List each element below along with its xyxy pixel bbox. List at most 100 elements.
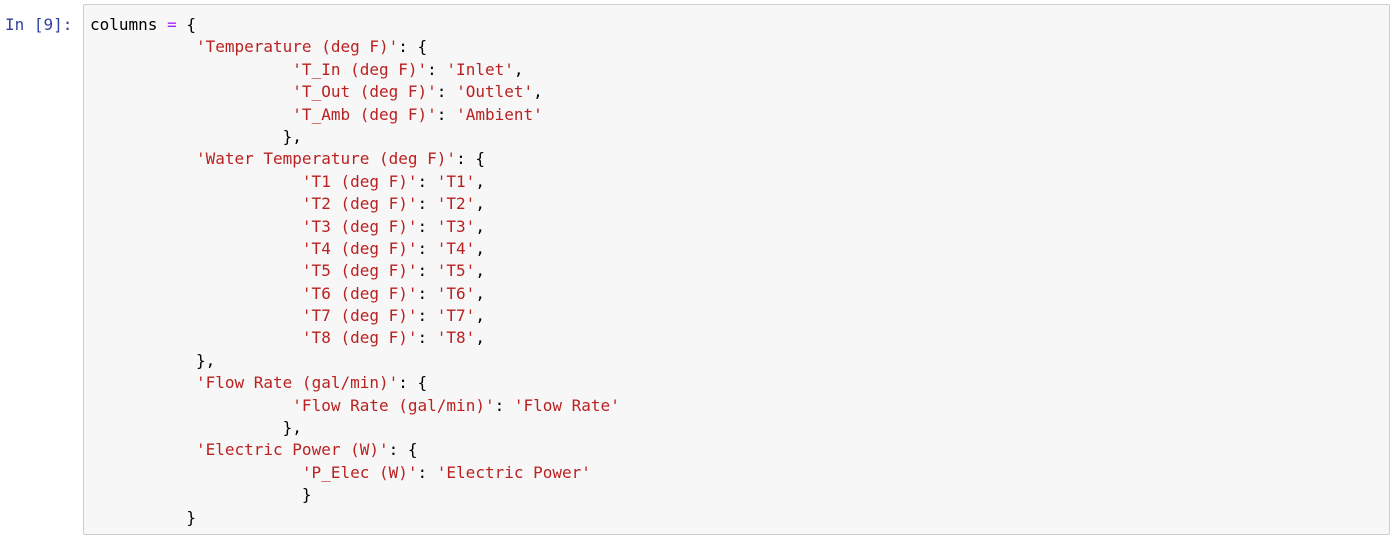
code-punctuation <box>90 239 302 258</box>
code-punctuation: : { <box>398 37 428 57</box>
code-string: 'T4 (deg F)' <box>301 238 418 258</box>
code-string: 'T_Amb (deg F)' <box>292 104 437 124</box>
code-punctuation <box>90 396 292 415</box>
code-punctuation <box>157 15 167 34</box>
input-prompt: In [9]: <box>5 15 73 34</box>
code-punctuation: , <box>475 238 485 258</box>
code-punctuation <box>90 60 292 79</box>
code-string: 'P_Elec (W)' <box>301 462 418 482</box>
code-punctuation: , <box>475 283 485 303</box>
code-string: 'Temperature (deg F)' <box>195 37 399 57</box>
code-string: 'T8' <box>436 328 476 348</box>
code-punctuation: : <box>417 171 437 191</box>
code-punctuation: : { <box>398 373 428 393</box>
code-punctuation: { <box>176 15 196 34</box>
code-punctuation: : <box>417 261 437 281</box>
code-line: 'T8 (deg F)': 'T8', <box>90 327 1389 349</box>
code-punctuation: }, <box>90 350 216 370</box>
code-line: 'Temperature (deg F)': { <box>90 36 1389 58</box>
code-string: 'T_Out (deg F)' <box>292 82 437 102</box>
code-punctuation: : <box>436 104 457 124</box>
code-punctuation: , <box>475 216 485 236</box>
code-punctuation: : { <box>456 149 485 169</box>
code-punctuation: : <box>436 82 457 102</box>
code-string: 'Flow Rate (gal/min)' <box>292 395 495 415</box>
code-string: 'T5 (deg F)' <box>301 261 418 281</box>
code-punctuation <box>90 149 196 168</box>
code-punctuation: }, <box>90 418 302 438</box>
code-string: 'T1 (deg F)' <box>301 171 418 191</box>
code-punctuation: : <box>417 238 437 258</box>
code-line: }, <box>90 417 1389 439</box>
code-line: columns = { <box>90 14 1389 36</box>
code-string: 'T6' <box>436 283 476 303</box>
code-line: }, <box>90 126 1389 148</box>
code-punctuation: , <box>533 82 543 102</box>
code-operator: = <box>167 15 177 34</box>
code-string: 'Water Temperature (deg F)' <box>195 149 457 169</box>
code-identifier: columns <box>90 15 158 34</box>
code-punctuation <box>90 37 196 56</box>
code-line: 'T7 (deg F)': 'T7', <box>90 305 1389 327</box>
notebook-code-cell[interactable]: In [9]: columns = { 'Temperature (deg F)… <box>0 0 1400 543</box>
code-punctuation: , <box>475 194 485 214</box>
code-line: 'T_Amb (deg F)': 'Ambient' <box>90 104 1389 126</box>
code-punctuation: : <box>494 395 514 415</box>
code-line: 'Flow Rate (gal/min)': 'Flow Rate' <box>90 395 1389 417</box>
code-punctuation <box>90 82 292 101</box>
code-input-area[interactable]: columns = { 'Temperature (deg F)': { 'T_… <box>83 4 1390 535</box>
code-line: 'T_Out (deg F)': 'Outlet', <box>90 81 1389 103</box>
code-line: }, <box>90 350 1389 372</box>
code-string: 'Electric Power (W)' <box>195 440 389 460</box>
code-punctuation <box>90 217 302 236</box>
code-punctuation <box>90 463 302 482</box>
code-string: 'T7' <box>436 306 476 326</box>
code-line: 'P_Elec (W)': 'Electric Power' <box>90 462 1389 484</box>
code-editor[interactable]: columns = { 'Temperature (deg F)': { 'T_… <box>84 5 1389 529</box>
code-line: 'Flow Rate (gal/min)': { <box>90 372 1389 394</box>
code-string: 'T_In (deg F)' <box>292 59 428 79</box>
code-line: 'Water Temperature (deg F)': { <box>90 148 1389 170</box>
code-punctuation: }, <box>90 126 302 146</box>
code-string: 'T2 (deg F)' <box>301 194 418 214</box>
code-punctuation: : <box>417 462 437 482</box>
code-punctuation: : <box>417 283 437 303</box>
code-string: 'T2' <box>436 194 476 214</box>
code-line: 'T_In (deg F)': 'Inlet', <box>90 59 1389 81</box>
code-string: 'T3' <box>436 216 476 236</box>
code-string: 'T6 (deg F)' <box>301 283 418 303</box>
code-string: 'Flow Rate (gal/min)' <box>195 373 399 393</box>
code-line: } <box>90 484 1389 506</box>
code-punctuation <box>90 440 196 459</box>
code-string: 'T1' <box>436 171 476 191</box>
code-line: 'T3 (deg F)': 'T3', <box>90 216 1389 238</box>
code-line: 'T2 (deg F)': 'T2', <box>90 193 1389 215</box>
code-line: } <box>90 507 1389 529</box>
code-line: 'T1 (deg F)': 'T1', <box>90 171 1389 193</box>
code-string: 'T7 (deg F)' <box>301 306 418 326</box>
code-punctuation: , <box>513 59 524 79</box>
code-punctuation: : <box>427 59 447 79</box>
code-punctuation: : { <box>388 440 418 460</box>
code-string: 'T3 (deg F)' <box>301 216 418 236</box>
code-punctuation <box>90 373 196 392</box>
code-punctuation: : <box>417 306 437 326</box>
code-line: 'T4 (deg F)': 'T4', <box>90 238 1389 260</box>
code-string: 'Flow Rate' <box>513 395 620 415</box>
code-punctuation: : <box>417 328 437 348</box>
code-string: 'Inlet' <box>446 59 514 79</box>
code-string: 'T8 (deg F)' <box>301 328 418 348</box>
code-string: 'T5' <box>436 261 476 281</box>
code-punctuation: , <box>475 171 485 191</box>
code-line: 'T6 (deg F)': 'T6', <box>90 283 1389 305</box>
code-punctuation <box>90 261 302 280</box>
code-string: 'Outlet' <box>456 82 534 102</box>
code-string: 'T4' <box>436 238 476 258</box>
code-punctuation: , <box>475 306 485 326</box>
code-punctuation: , <box>475 328 485 348</box>
code-punctuation <box>90 105 292 124</box>
code-punctuation: : <box>417 216 437 236</box>
code-punctuation <box>90 172 302 191</box>
code-punctuation <box>90 194 302 213</box>
code-line: 'Electric Power (W)': { <box>90 439 1389 461</box>
